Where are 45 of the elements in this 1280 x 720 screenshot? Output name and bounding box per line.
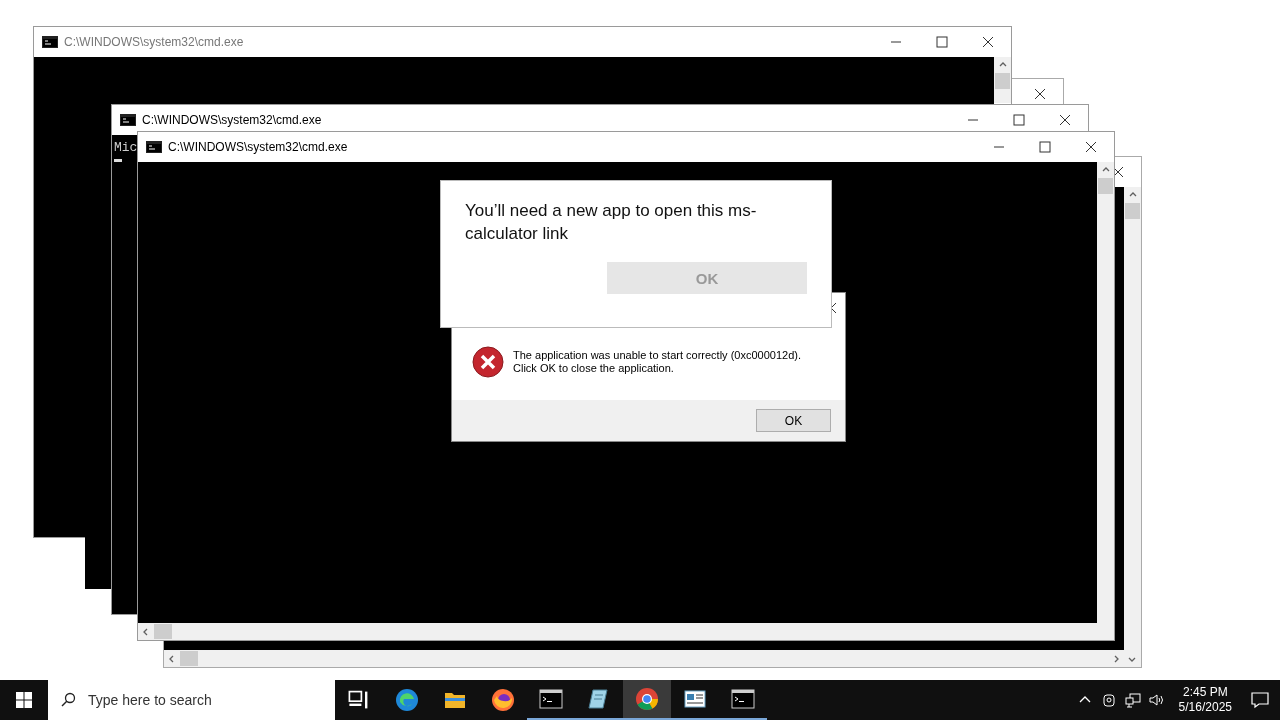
console-icon (120, 114, 136, 126)
search-icon (60, 692, 76, 708)
console-icon (42, 36, 58, 48)
close-icon[interactable] (1034, 88, 1046, 100)
scroll-thumb[interactable] (1098, 178, 1113, 194)
scroll-thumb[interactable] (1125, 203, 1140, 219)
console-icon[interactable] (539, 687, 563, 711)
text-cursor (114, 159, 122, 162)
search-field[interactable]: Type here to search (48, 680, 335, 720)
windows-start-icon[interactable] (16, 692, 32, 708)
notification-icon[interactable] (1251, 691, 1269, 709)
horizontal-scrollbar[interactable] (138, 623, 1097, 640)
maximize-icon[interactable] (1039, 141, 1051, 153)
console-icon (146, 141, 162, 153)
error-icon (472, 345, 504, 378)
close-icon[interactable] (1059, 114, 1071, 126)
maximize-icon[interactable] (1013, 114, 1025, 126)
close-icon[interactable] (1085, 141, 1097, 153)
ok-button[interactable]: OK (756, 409, 831, 432)
horizontal-scrollbar[interactable] (164, 650, 1124, 667)
speaker-icon[interactable] (1148, 692, 1165, 708)
error-message: The application was unable to start correctly (0xc000012d). Click OK to close the application. (513, 348, 802, 375)
scroll-thumb[interactable] (180, 651, 198, 666)
prompt-message: You’ll need a new app to open this ms-calculator link (465, 200, 758, 245)
chrome-icon[interactable] (635, 687, 659, 711)
console-text: Mic (114, 140, 138, 155)
scroll-thumb[interactable] (154, 624, 172, 639)
vertical-scrollbar[interactable] (994, 57, 1011, 103)
console-icon[interactable] (731, 687, 755, 711)
browser-icon[interactable] (395, 688, 419, 712)
firefox-icon[interactable] (491, 688, 515, 712)
document-icon[interactable] (683, 687, 707, 711)
notepad-icon[interactable] (587, 687, 611, 711)
window-title: C:\WINDOWS\system32\cmd.exe (64, 35, 245, 49)
vertical-scrollbar[interactable] (1097, 162, 1114, 623)
maximize-icon[interactable] (936, 36, 948, 48)
vertical-scrollbar[interactable] (1124, 187, 1141, 650)
close-icon[interactable] (1112, 166, 1124, 178)
network-icon[interactable] (1124, 692, 1141, 708)
close-icon[interactable] (982, 36, 994, 48)
shield-icon[interactable] (1100, 692, 1117, 708)
window-title: C:\WINDOWS\system32\cmd.exe (168, 140, 349, 154)
clock[interactable]: 2:45 PM 5/16/2025 (1170, 685, 1240, 715)
window-title: C:\WINDOWS\system32\cmd.exe (142, 113, 323, 127)
scroll-thumb[interactable] (995, 73, 1010, 89)
